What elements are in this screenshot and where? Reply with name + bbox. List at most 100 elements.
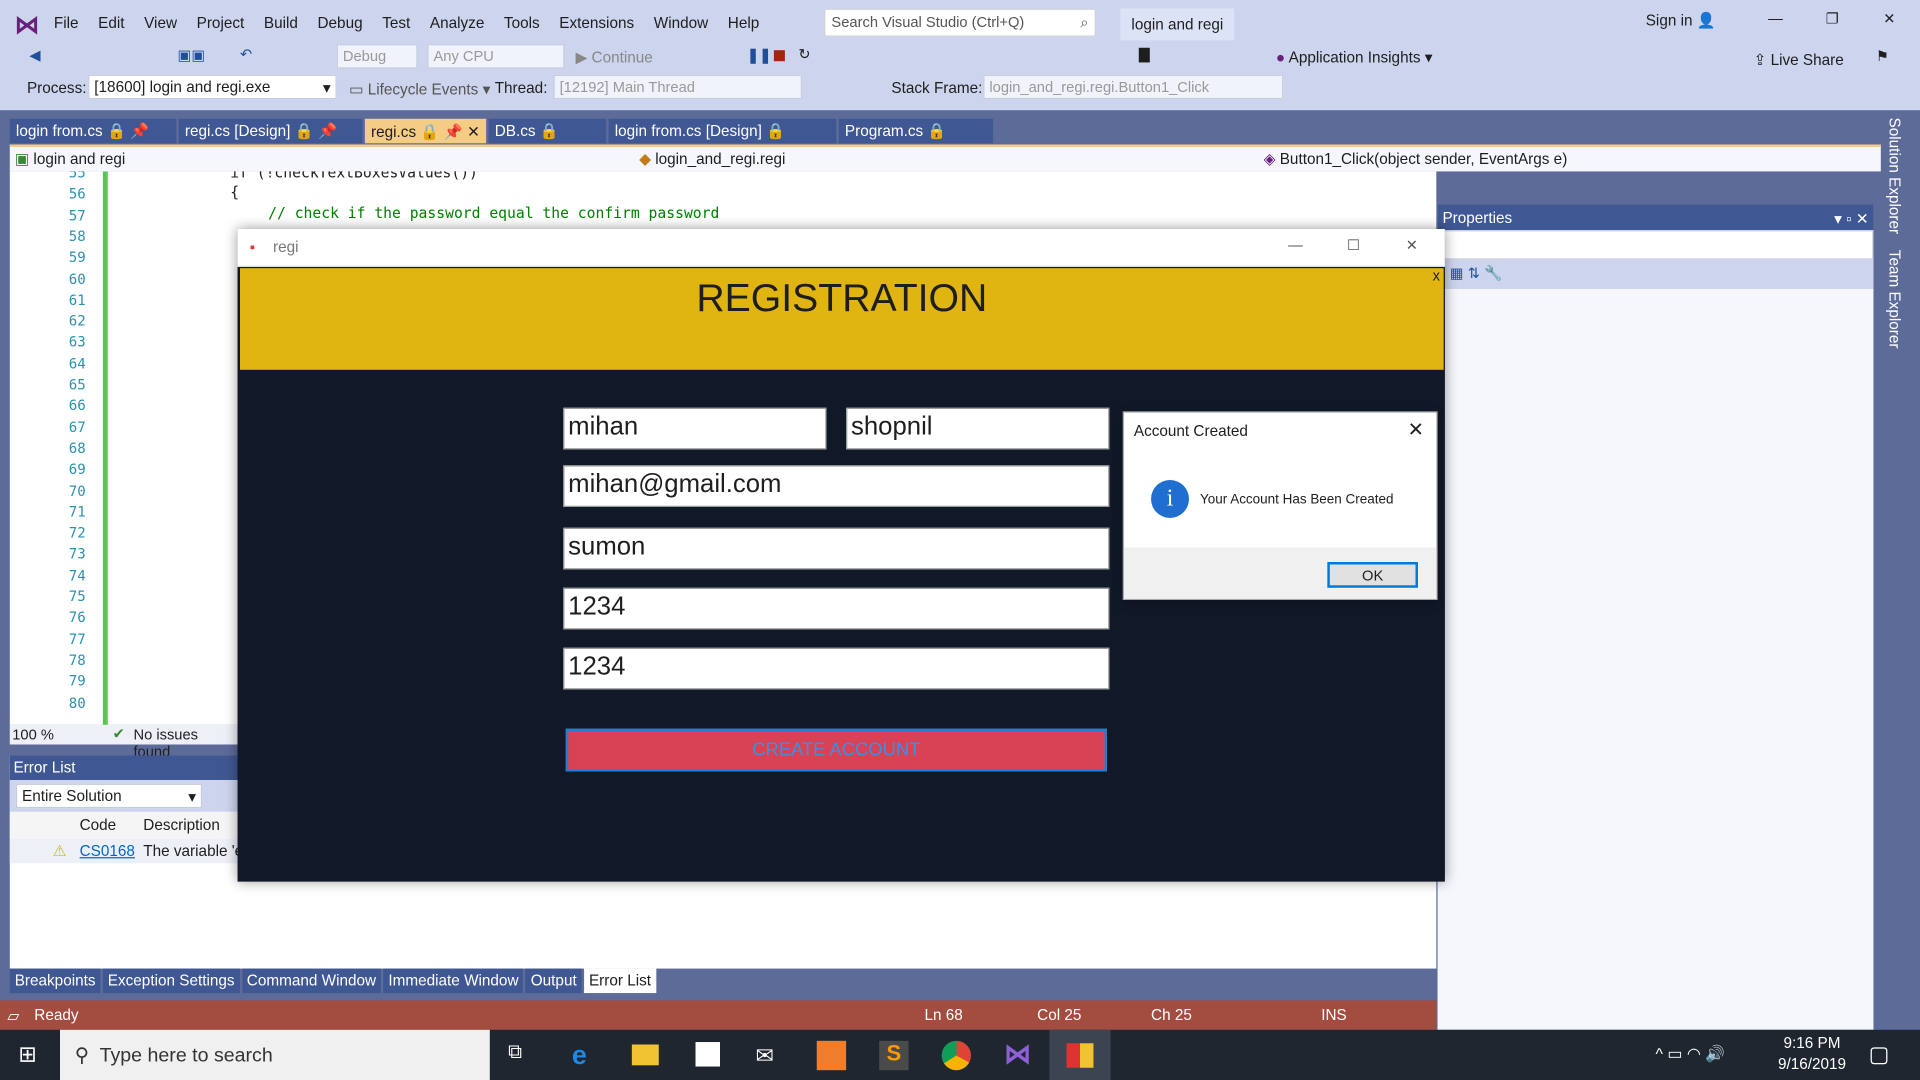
- config-dropdown[interactable]: Debug: [336, 44, 418, 69]
- form-close-button[interactable]: ✕: [1406, 236, 1418, 253]
- tab-login-from-design[interactable]: login from.cs [Design] 🔒: [608, 118, 837, 144]
- close-tab-icon[interactable]: ✕: [467, 124, 480, 141]
- menu-view[interactable]: View: [134, 10, 187, 37]
- menu-help[interactable]: Help: [718, 10, 769, 37]
- bookmark-icon[interactable]: [1138, 47, 1150, 63]
- document-tabs: login from.cs 🔒 📌 regi.cs [Design] 🔒 📌 r…: [9, 118, 996, 144]
- file-explorer-icon[interactable]: [631, 1044, 659, 1066]
- email-input[interactable]: mihan@gmail.com: [563, 465, 1110, 507]
- app-insights-button[interactable]: ● Application Insights ▾: [1276, 48, 1433, 66]
- tab-regi-cs[interactable]: regi.cs 🔒 📌 ✕: [364, 118, 487, 144]
- clock[interactable]: 9:16 PM 9/16/2019: [1778, 1035, 1846, 1073]
- line-number: 70: [68, 481, 86, 499]
- confirm-password-input[interactable]: 1234: [563, 647, 1110, 690]
- stop-icon[interactable]: [773, 50, 785, 62]
- restore-button[interactable]: ❐: [1826, 10, 1839, 27]
- create-account-button[interactable]: CREATE ACCOUNT: [565, 728, 1107, 772]
- tab-regi-design[interactable]: regi.cs [Design] 🔒 📌: [178, 118, 363, 144]
- menu-edit[interactable]: Edit: [88, 10, 134, 37]
- menu-window[interactable]: Window: [644, 10, 718, 37]
- last-name-input[interactable]: shopnil: [846, 407, 1110, 450]
- search-icon: ⌕: [1080, 13, 1089, 31]
- class-dropdown[interactable]: ◆ login_and_regi.regi: [639, 149, 785, 168]
- tab-program-cs[interactable]: Program.cs 🔒: [838, 118, 994, 144]
- chrome-icon[interactable]: [941, 1040, 972, 1071]
- ok-button[interactable]: OK: [1327, 562, 1418, 588]
- team-explorer-tab[interactable]: Team Explorer: [1886, 250, 1903, 349]
- windows-start-icon[interactable]: ⊞: [18, 1042, 36, 1068]
- regi-app-taskbar-button[interactable]: [1049, 1029, 1111, 1080]
- feedback-icon[interactable]: ⚑: [1876, 48, 1889, 65]
- menu-analyze[interactable]: Analyze: [420, 10, 494, 37]
- close-button[interactable]: ✕: [1883, 10, 1895, 27]
- username-input[interactable]: sumon: [563, 527, 1110, 570]
- first-name-input[interactable]: mihan: [563, 407, 827, 450]
- live-share-button[interactable]: ⇪ Live Share: [1753, 50, 1843, 68]
- tab-error-list[interactable]: Error List: [584, 968, 656, 994]
- process-dropdown[interactable]: [18600] login and regi.exe ▾: [88, 74, 337, 100]
- menu-debug[interactable]: Debug: [308, 10, 373, 37]
- menu-tools[interactable]: Tools: [494, 10, 549, 37]
- pause-icon[interactable]: ❚❚: [747, 47, 772, 64]
- solution-explorer-tab[interactable]: Solution Explorer: [1886, 118, 1903, 235]
- line-number: 60: [68, 270, 86, 288]
- status-ready: Ready: [34, 1006, 79, 1024]
- form-minimize-button[interactable]: —: [1288, 236, 1303, 253]
- xampp-icon[interactable]: [816, 1040, 847, 1071]
- code-comment: // check if the password equal the confi…: [268, 204, 720, 222]
- line-number: 76: [68, 608, 86, 627]
- col-description[interactable]: Description: [143, 817, 220, 834]
- taskbar-search[interactable]: ⚲ Type here to search: [60, 1029, 490, 1080]
- account-created-dialog: Account Created ✕ i Your Account Has Bee…: [1122, 411, 1438, 601]
- tab-db-cs[interactable]: DB.cs 🔒: [488, 118, 607, 144]
- continue-button[interactable]: ▶ Continue: [576, 48, 653, 66]
- solution-name: login and regi: [1120, 8, 1235, 41]
- sign-in-button[interactable]: Sign in 👤: [1646, 12, 1716, 30]
- lifecycle-events-dropdown[interactable]: ▭ Lifecycle Events ▾: [349, 80, 490, 98]
- password-input[interactable]: 1234: [563, 587, 1110, 630]
- tab-command-window[interactable]: Command Window: [241, 968, 382, 994]
- search-input[interactable]: Search Visual Studio (Ctrl+Q) ⌕: [824, 8, 1096, 37]
- properties-object-dropdown[interactable]: [1437, 230, 1874, 260]
- undo-icon[interactable]: ↶: [240, 45, 252, 62]
- zoom-dropdown[interactable]: 100 %: [12, 726, 54, 743]
- continue-label: Continue: [591, 48, 653, 67]
- scope-value: Entire Solution: [22, 787, 122, 805]
- platform-dropdown[interactable]: Any CPU: [427, 44, 565, 69]
- visual-studio-icon[interactable]: ⋈: [1004, 1038, 1031, 1070]
- sublime-icon[interactable]: S: [879, 1040, 909, 1071]
- system-tray-icons[interactable]: ^ ▭ ◠ 🔊: [1656, 1044, 1725, 1064]
- tab-output[interactable]: Output: [525, 968, 582, 994]
- mail-icon[interactable]: ✉: [756, 1043, 774, 1069]
- scope-dropdown[interactable]: Entire Solution ▾: [15, 783, 203, 809]
- minimize-button[interactable]: —: [1768, 10, 1783, 27]
- tab-login-from-cs[interactable]: login from.cs 🔒 📌: [9, 118, 177, 144]
- line-number: 57: [68, 206, 86, 224]
- menu-project[interactable]: Project: [187, 10, 254, 37]
- menu-test[interactable]: Test: [372, 10, 420, 37]
- notifications-icon[interactable]: ▢: [1869, 1042, 1890, 1068]
- banner-close-icon[interactable]: x: [1433, 267, 1440, 284]
- thread-dropdown[interactable]: [12192] Main Thread: [553, 74, 803, 100]
- error-code-link[interactable]: CS0168: [80, 842, 135, 859]
- store-icon[interactable]: [695, 1042, 721, 1067]
- stack-frame-dropdown[interactable]: login_and_regi.regi.Button1_Click: [983, 74, 1284, 100]
- dialog-close-button[interactable]: ✕: [1408, 418, 1424, 442]
- form-maximize-button[interactable]: ☐: [1347, 236, 1360, 253]
- project-dropdown[interactable]: ▣ login and regi: [15, 149, 627, 168]
- menu-file[interactable]: File: [44, 10, 88, 37]
- save-all-icon[interactable]: ▣▣: [178, 47, 206, 64]
- member-dropdown[interactable]: ◈ Button1_Click(object sender, EventArgs…: [1264, 149, 1568, 168]
- menu-extensions[interactable]: Extensions: [549, 10, 643, 37]
- back-icon[interactable]: ◀: [29, 47, 40, 64]
- edge-icon[interactable]: e: [572, 1040, 587, 1072]
- tab-immediate-window[interactable]: Immediate Window: [383, 968, 524, 994]
- tab-exception-settings[interactable]: Exception Settings: [102, 968, 240, 994]
- restart-icon[interactable]: ↻: [798, 45, 810, 62]
- menu-build[interactable]: Build: [254, 10, 308, 37]
- status-line: Ln 68: [924, 1006, 963, 1024]
- col-code[interactable]: Code: [80, 817, 117, 834]
- task-view-icon[interactable]: ⧉: [508, 1042, 522, 1064]
- tab-breakpoints[interactable]: Breakpoints: [9, 968, 101, 994]
- close-panel-icon[interactable]: ▾ ▫ ✕: [1834, 209, 1868, 228]
